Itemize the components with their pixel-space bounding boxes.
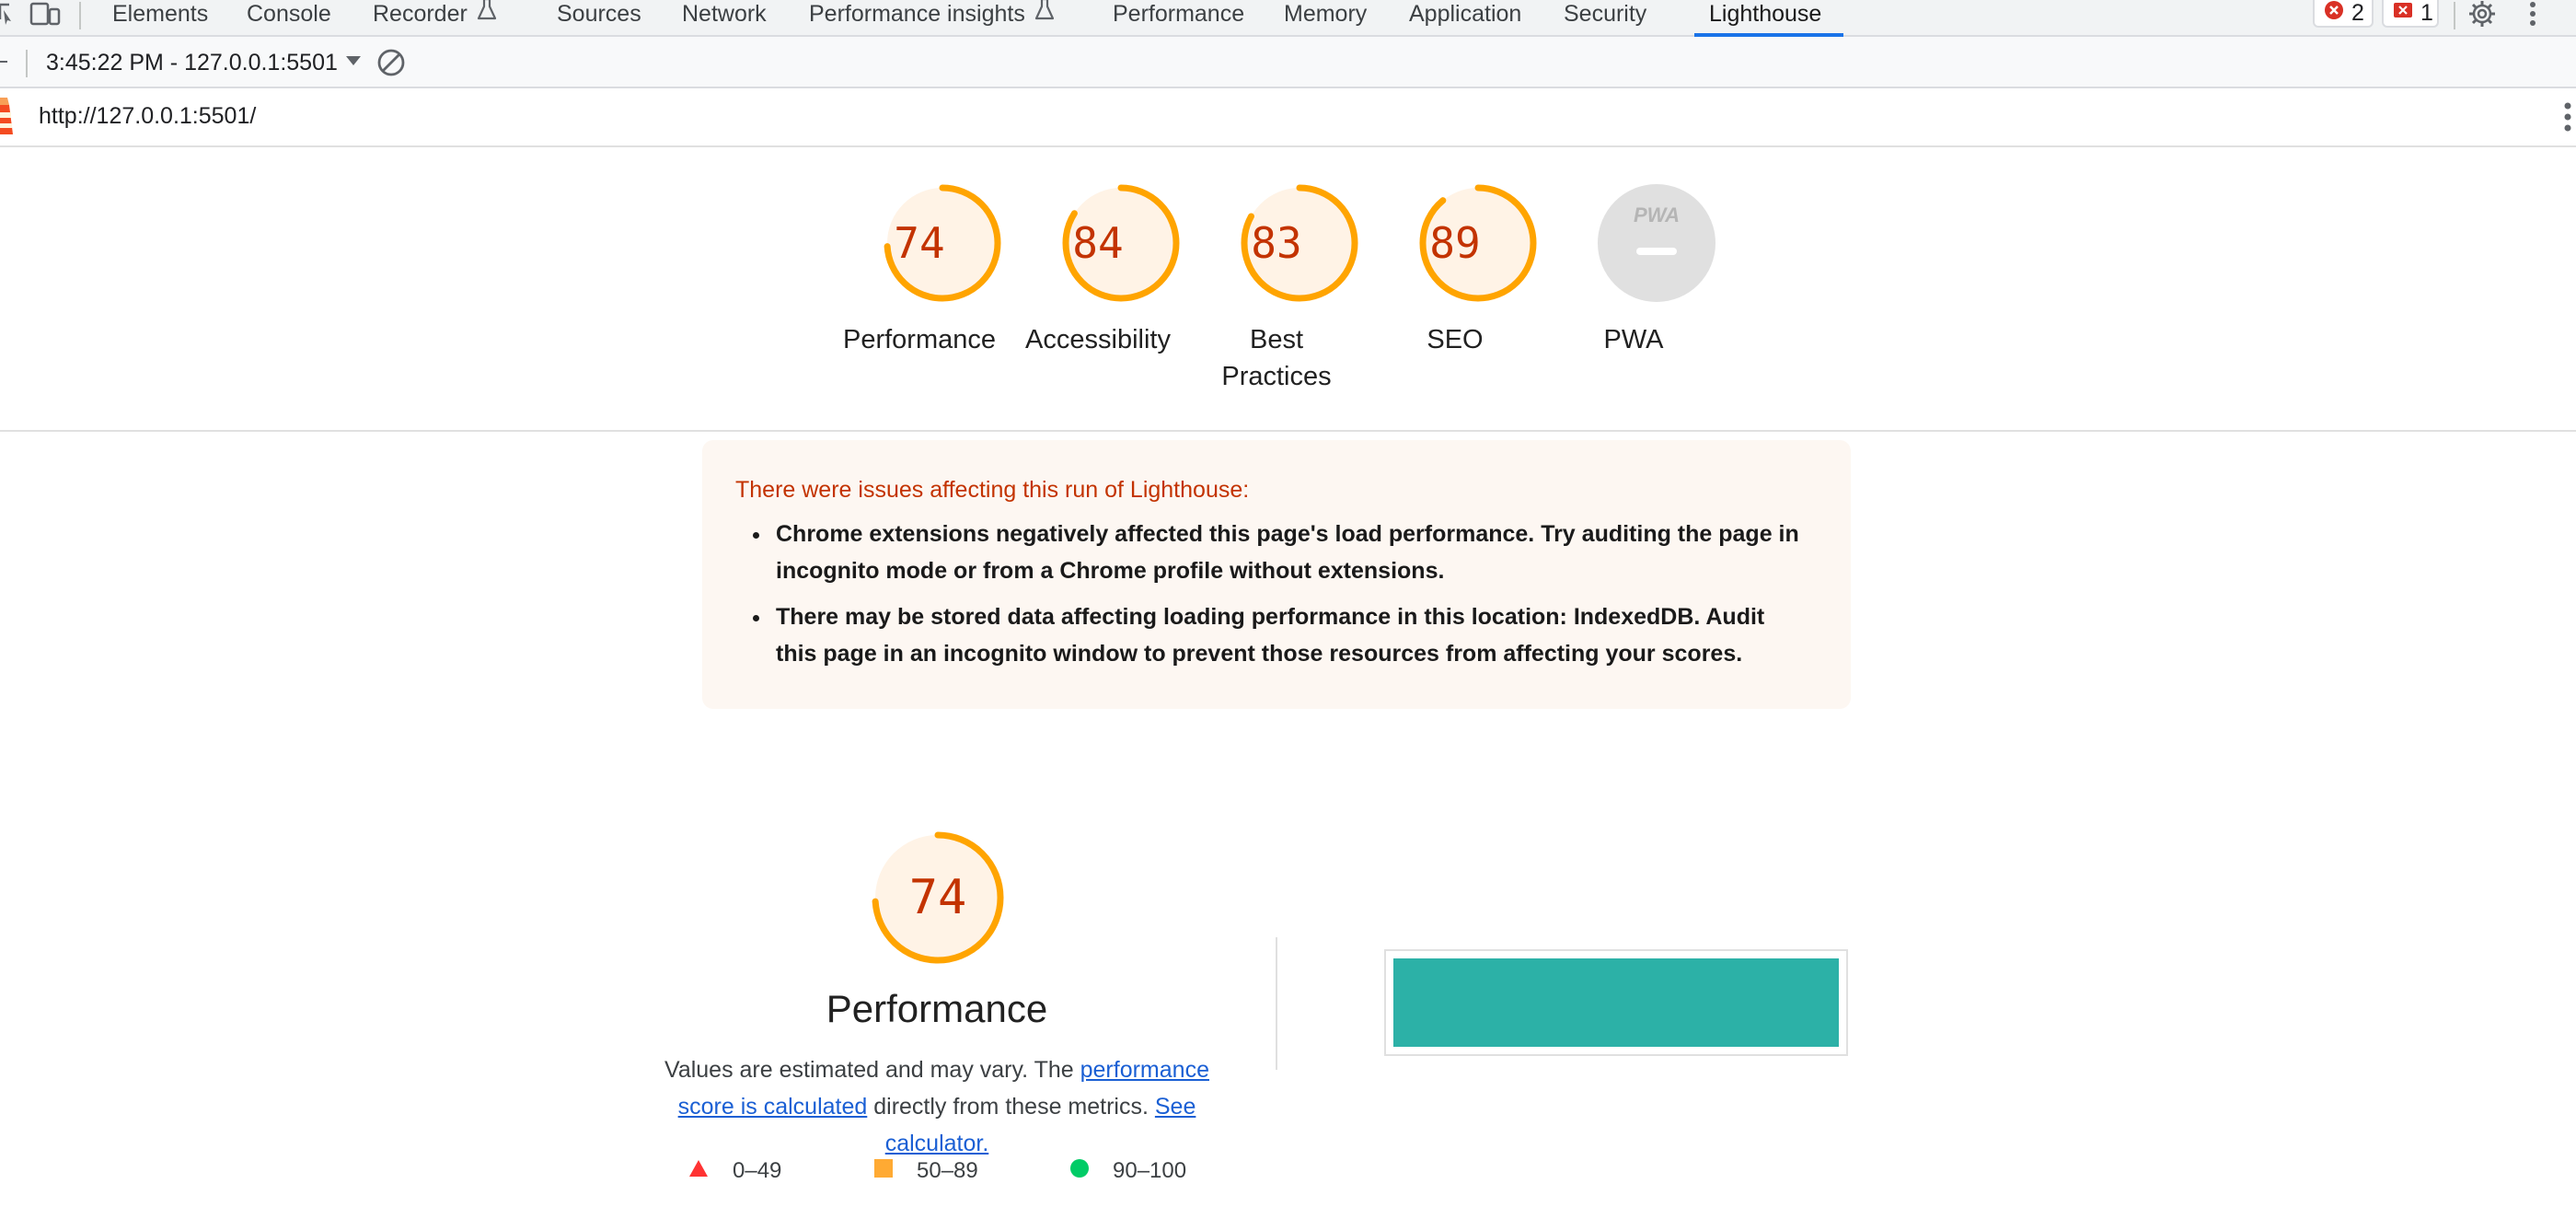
warnings-list: Chrome extensions negatively affected th… <box>772 516 1803 681</box>
gauge-label: Accessibility <box>1025 325 1171 354</box>
report-select-value: 3:45:22 PM - 127.0.0.1:5501 <box>46 49 338 75</box>
tab-memory[interactable]: Memory <box>1284 0 1367 35</box>
gauge-label: PWA <box>1603 325 1664 354</box>
issue-count-badge[interactable]: 1 <box>2382 0 2439 28</box>
more-options-icon[interactable] <box>2529 0 2536 28</box>
gauge-score: 89 <box>1429 218 1481 268</box>
toolbar-divider <box>79 2 81 29</box>
error-count: 2 <box>2351 0 2364 26</box>
orange-square-icon <box>874 1158 893 1184</box>
vertical-divider <box>1276 937 1277 1070</box>
screenshot-image <box>1393 958 1839 1047</box>
performance-heading: Performance <box>826 987 1048 1030</box>
gauge-score: 74 <box>894 218 945 268</box>
pwa-badge-text: PWA <box>1634 203 1680 226</box>
tab-recorder-label: Recorder <box>373 1 468 27</box>
gauge-score: 83 <box>1251 218 1302 268</box>
tab-performance[interactable]: Performance <box>1113 0 1244 35</box>
settings-gear-icon[interactable] <box>2468 0 2496 28</box>
gauge-score: 84 <box>1072 218 1124 268</box>
error-icon <box>2324 0 2344 27</box>
warnings-title: There were issues affecting this run of … <box>735 477 1250 503</box>
tab-lighthouse[interactable]: Lighthouse <box>1693 0 1844 37</box>
gauge-accessibility[interactable]: 84 Accessibility <box>1025 183 1204 354</box>
tab-console[interactable]: Console <box>247 0 331 35</box>
toolbar-divider <box>2454 2 2455 29</box>
tab-sources[interactable]: Sources <box>557 0 641 35</box>
tab-application[interactable]: Application <box>1409 0 1521 35</box>
chevron-down-icon <box>345 54 362 71</box>
lighthouse-logo-icon <box>0 94 17 141</box>
inspect-element-icon[interactable] <box>0 0 13 28</box>
performance-score: 74 <box>908 870 967 925</box>
warning-item: There may be stored data affecting loadi… <box>772 598 1803 672</box>
tab-performance-insights[interactable]: Performance insights <box>809 0 1055 35</box>
tab-recorder[interactable]: Recorder <box>373 0 497 35</box>
issue-icon <box>2393 0 2413 27</box>
desc-text: directly from these metrics. <box>867 1094 1155 1120</box>
report-select-dropdown[interactable]: 3:45:22 PM - 127.0.0.1:5501 <box>46 48 362 77</box>
gauge-performance[interactable]: 74 Performance <box>843 183 1025 354</box>
error-count-badge[interactable]: 2 <box>2313 0 2374 28</box>
gauge-best-practices[interactable]: 83 Best Practices <box>1217 183 1382 391</box>
report-menu-icon[interactable] <box>2564 101 2571 137</box>
report-url-bar: http://127.0.0.1:5501/ <box>0 88 2576 147</box>
gauge-pwa[interactable]: PWA PWA <box>1574 183 1739 354</box>
gauge-label: Performance <box>842 325 996 354</box>
experiment-flask-icon <box>1034 0 1055 28</box>
tab-network[interactable]: Network <box>682 0 767 35</box>
tab-security[interactable]: Security <box>1564 0 1646 35</box>
legend-average: 50–89 <box>874 1158 978 1184</box>
warning-item: Chrome extensions negatively affected th… <box>772 516 1803 589</box>
clear-reports-icon[interactable] <box>376 48 406 82</box>
performance-description: Values are estimated and may vary. The p… <box>638 1051 1236 1162</box>
report-url[interactable]: http://127.0.0.1:5501/ <box>39 103 256 130</box>
legend-label: 90–100 <box>1113 1158 1187 1183</box>
gauge-label: Best Practices <box>1221 325 1332 391</box>
final-screenshot-thumbnail[interactable] <box>1384 949 1848 1056</box>
tab-elements[interactable]: Elements <box>112 0 208 35</box>
toolbar-divider <box>26 50 28 77</box>
run-warnings-box: There were issues affecting this run of … <box>702 440 1851 709</box>
performance-score-gauge: 74 <box>871 830 1005 965</box>
pwa-badge-icon: PWA <box>1598 184 1715 302</box>
issue-count: 1 <box>2420 0 2433 26</box>
gauge-seo[interactable]: 89 SEO <box>1395 183 1561 354</box>
section-divider <box>0 430 2576 432</box>
legend-fail: 0–49 <box>688 1158 781 1184</box>
tab-performance-insights-label: Performance insights <box>809 1 1025 27</box>
legend-pass: 90–100 <box>1070 1158 1186 1184</box>
green-circle-icon <box>1070 1158 1089 1184</box>
experiment-flask-icon <box>477 0 497 28</box>
legend-label: 0–49 <box>733 1158 782 1183</box>
red-triangle-icon <box>688 1158 709 1184</box>
device-toolbar-icon[interactable] <box>29 0 63 28</box>
gauge-label: SEO <box>1427 325 1484 354</box>
legend-label: 50–89 <box>917 1158 978 1183</box>
devtools-tab-bar: Elements Console Recorder Sources Networ… <box>0 0 2576 37</box>
new-report-icon[interactable] <box>0 61 7 63</box>
desc-text: Values are estimated and may vary. The <box>664 1057 1080 1083</box>
report-selector-bar: 3:45:22 PM - 127.0.0.1:5501 <box>0 37 2576 88</box>
